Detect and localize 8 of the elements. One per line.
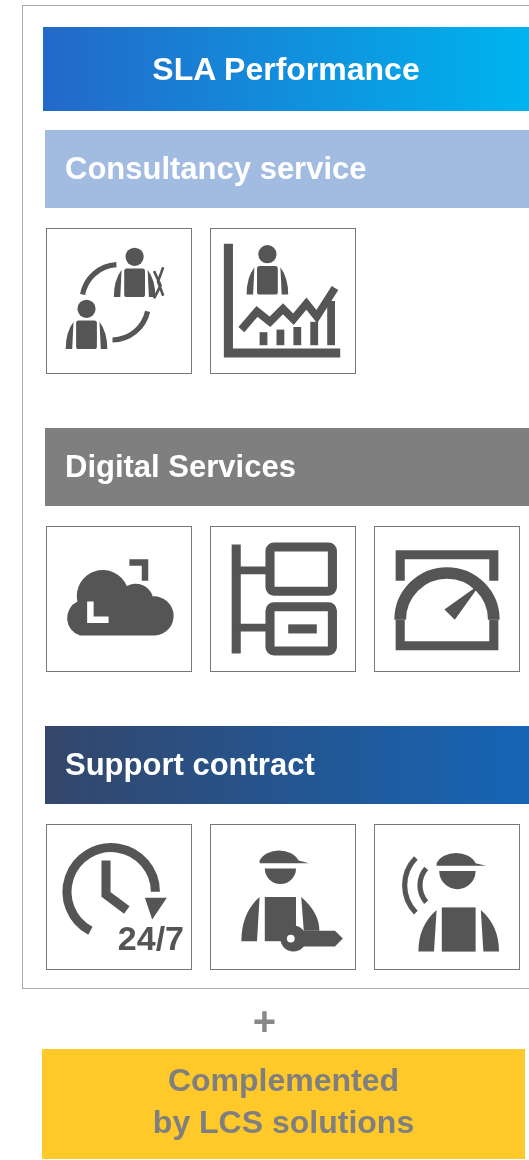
footer-text: by LCS solutions bbox=[152, 1103, 415, 1142]
title-banner: SLA Performance bbox=[43, 27, 529, 111]
clock-label: 24/7 bbox=[117, 919, 184, 958]
footer-text: Complemented bbox=[167, 1061, 400, 1100]
section-header: Support contract bbox=[45, 726, 529, 804]
plus-sign: + bbox=[251, 999, 278, 1043]
section-header: Digital Services bbox=[45, 428, 529, 506]
section-header: Consultancy service bbox=[45, 130, 529, 208]
